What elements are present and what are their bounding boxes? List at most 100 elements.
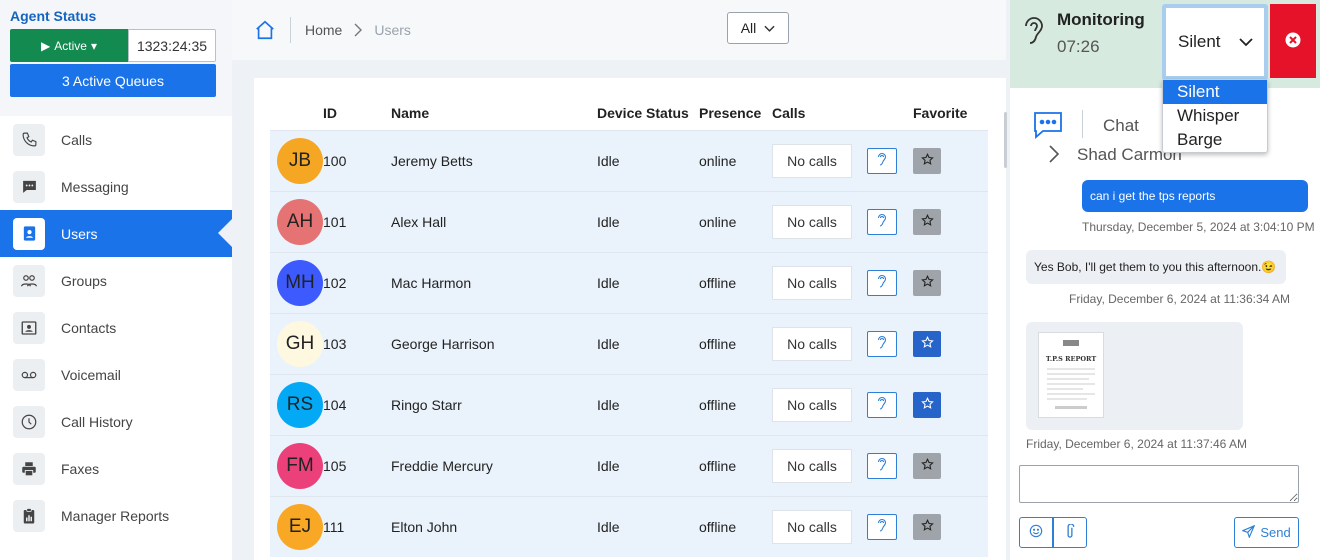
chevron-right-icon[interactable] xyxy=(1048,144,1060,164)
calls-cell: No calls xyxy=(772,129,867,191)
favorite-button[interactable] xyxy=(913,208,941,235)
favorite-cell xyxy=(913,251,988,313)
name-header[interactable]: Name xyxy=(391,96,597,130)
monitoring-panel: Monitoring 07:26 Silent Silent Whisper B… xyxy=(1010,0,1320,560)
id-header[interactable]: ID xyxy=(323,96,391,130)
sidebar-item-call-history[interactable]: Call History xyxy=(0,398,232,445)
star-icon xyxy=(920,213,934,230)
document-lines xyxy=(1047,340,1095,409)
mode-option-silent[interactable]: Silent xyxy=(1163,80,1267,104)
table-row[interactable]: GH 103 George Harrison Idle offline No calls xyxy=(270,312,988,374)
stop-monitoring-button[interactable] xyxy=(1270,4,1316,78)
id-cell: 100 xyxy=(323,129,391,191)
chat-bubble-icon xyxy=(1032,110,1064,143)
device-status-cell: Idle xyxy=(597,129,699,191)
sidebar-item-faxes[interactable]: Faxes xyxy=(0,445,232,492)
ear-icon xyxy=(877,335,887,352)
presence-header[interactable]: Presence xyxy=(699,96,772,130)
calls-cell: No calls xyxy=(772,251,867,313)
close-icon xyxy=(1285,32,1301,51)
message-timestamp: Thursday, December 5, 2024 at 3:04:10 PM xyxy=(1082,220,1315,234)
name-cell: George Harrison xyxy=(391,312,597,374)
mode-option-whisper[interactable]: Whisper xyxy=(1163,104,1267,128)
mode-option-barge[interactable]: Barge xyxy=(1163,128,1267,152)
calls-cell: No calls xyxy=(772,312,867,374)
table-row[interactable]: AH 101 Alex Hall Idle online No calls xyxy=(270,190,988,252)
active-queues-button[interactable]: 3 Active Queues xyxy=(10,64,216,97)
star-icon xyxy=(920,274,934,291)
sidebar-item-contacts[interactable]: Contacts xyxy=(0,304,232,351)
chevron-down-icon xyxy=(764,20,775,36)
favorite-button[interactable] xyxy=(913,269,941,296)
breadcrumb-home[interactable]: Home xyxy=(305,22,342,38)
favorite-cell xyxy=(913,495,988,557)
star-icon xyxy=(920,457,934,474)
message-input[interactable] xyxy=(1019,465,1299,503)
sidebar-item-manager-reports[interactable]: Manager Reports xyxy=(0,492,232,539)
outgoing-message: can i get the tps reports xyxy=(1082,180,1308,212)
device-status-cell: Idle xyxy=(597,434,699,496)
id-cell: 104 xyxy=(323,373,391,435)
monitor-button[interactable] xyxy=(867,391,897,418)
sidebar-item-groups[interactable]: Groups xyxy=(0,257,232,304)
emoji-button[interactable] xyxy=(1019,517,1053,548)
table-row[interactable]: FM 105 Freddie Mercury Idle offline No calls xyxy=(270,434,988,496)
monitor-button[interactable] xyxy=(867,513,897,540)
sidebar-item-calls[interactable]: Calls xyxy=(0,116,232,163)
calls-status: No calls xyxy=(772,387,852,422)
sidebar-item-label: Voicemail xyxy=(61,366,121,383)
filter-select[interactable]: All xyxy=(727,12,789,44)
favorite-button[interactable] xyxy=(913,330,941,357)
favorite-button[interactable] xyxy=(913,147,941,174)
table-row[interactable]: EJ 111 Elton John Idle offline No calls xyxy=(270,495,988,557)
monitor-button[interactable] xyxy=(867,208,897,235)
calls-header: Calls xyxy=(772,104,806,121)
favorite-header[interactable]: Favorite xyxy=(913,96,988,130)
sidebar-item-voicemail[interactable]: Voicemail xyxy=(0,351,232,398)
status-row: ▶ Active ▾ 1323:24:35 xyxy=(10,29,222,62)
table-row[interactable]: JB 100 Jeremy Betts Idle online No calls xyxy=(270,129,988,191)
send-label: Send xyxy=(1260,525,1291,540)
table-scrollbar[interactable] xyxy=(1004,112,1007,168)
id-cell: 103 xyxy=(323,312,391,374)
attach-button[interactable] xyxy=(1053,517,1087,548)
users-table-card: ID Name Device Status Presence Calls Fav… xyxy=(254,78,1006,560)
monitor-button[interactable] xyxy=(867,452,897,479)
calls-status: No calls xyxy=(772,265,852,300)
presence-cell: online xyxy=(699,190,772,252)
device-status-header[interactable]: Device Status xyxy=(597,96,699,130)
table-row[interactable]: MH 102 Mac Harmon Idle offline No calls xyxy=(270,251,988,313)
monitor-button[interactable] xyxy=(867,330,897,357)
avatar: JB xyxy=(277,137,323,184)
monitor-cell xyxy=(867,251,913,313)
users-table: ID Name Device Status Presence Calls Fav… xyxy=(270,96,988,557)
monitor-button[interactable] xyxy=(867,269,897,296)
calls-status: No calls xyxy=(772,509,852,544)
image-attachment-message[interactable]: T.P.S REPORT xyxy=(1026,322,1243,430)
monitoring-timer: 07:26 xyxy=(1057,37,1100,56)
printer-icon xyxy=(13,452,45,485)
tps-report-thumbnail[interactable]: T.P.S REPORT xyxy=(1038,332,1104,418)
calls-cell: No calls xyxy=(772,190,867,252)
monitor-mode-select[interactable]: Silent xyxy=(1162,4,1268,80)
monitor-button[interactable] xyxy=(867,147,897,174)
sidebar-item-messaging[interactable]: Messaging xyxy=(0,163,232,210)
sidebar: Agent Status ▶ Active ▾ 1323:24:35 3 Act… xyxy=(0,0,232,560)
sidebar-item-label: Calls xyxy=(61,131,93,148)
agent-status-dropdown[interactable]: ▶ Active ▾ xyxy=(10,29,128,62)
monitor-cell xyxy=(867,373,913,435)
chevron-right-icon xyxy=(352,22,364,38)
ear-icon xyxy=(877,396,887,413)
sidebar-item-users[interactable]: Users xyxy=(0,210,232,257)
table-row[interactable]: RS 104 Ringo Starr Idle offline No calls xyxy=(270,373,988,435)
monitoring-bar: Monitoring 07:26 Silent xyxy=(1010,0,1320,88)
favorite-button[interactable] xyxy=(913,513,941,540)
send-button[interactable]: Send xyxy=(1234,517,1299,548)
sidebar-item-label: Contacts xyxy=(61,319,117,336)
message-timestamp: Friday, December 6, 2024 at 11:37:46 AM xyxy=(1026,437,1248,451)
monitor-cell xyxy=(867,495,913,557)
favorite-button[interactable] xyxy=(913,391,941,418)
favorite-button[interactable] xyxy=(913,452,941,479)
home-icon[interactable] xyxy=(254,19,276,41)
clock-icon xyxy=(13,405,45,438)
